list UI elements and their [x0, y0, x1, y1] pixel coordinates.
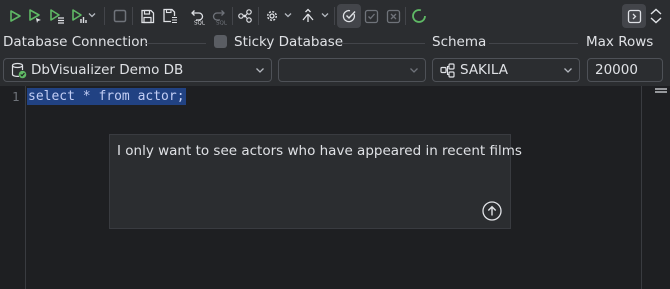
gutter-divider — [25, 86, 26, 289]
collapse-icon[interactable] — [646, 6, 666, 26]
ai-prompt-input[interactable]: I only want to see actors who have appea… — [117, 143, 522, 159]
sql-code-line[interactable]: select * from actor; — [27, 88, 186, 105]
divider — [144, 43, 206, 44]
spinner-icon — [409, 6, 429, 26]
run-explain-icon[interactable] — [69, 6, 89, 26]
toggle-panel-icon — [627, 9, 641, 23]
sticky-database-checkbox[interactable] — [214, 35, 227, 48]
sticky-database-label: Sticky Database — [234, 34, 344, 50]
toolbar-separator — [334, 7, 335, 25]
chevron-down-icon — [256, 68, 264, 73]
query-builder-icon[interactable] — [235, 6, 255, 26]
max-rows-label: Max Rows — [586, 34, 654, 50]
auto-commit-icon — [342, 10, 356, 23]
toolbar-separator — [258, 7, 259, 25]
schema-label: Schema — [432, 34, 487, 50]
divider — [342, 43, 425, 44]
svg-text:SQL: SQL — [194, 21, 206, 26]
schema-select[interactable]: SAKILA — [432, 58, 580, 82]
chevron-down-icon — [564, 68, 572, 73]
max-rows-value: 20000 — [595, 62, 638, 78]
chevron-down-icon[interactable] — [321, 11, 329, 19]
minimap-marker-icon — [655, 88, 667, 93]
run-buffer-icon[interactable] — [47, 6, 67, 26]
database-connected-icon — [11, 62, 27, 79]
stop-icon[interactable] — [110, 6, 130, 26]
chevron-down-icon[interactable] — [88, 11, 96, 19]
schema-icon — [440, 63, 455, 78]
chevron-down-icon — [410, 68, 418, 73]
schema-value: SAKILA — [460, 62, 508, 78]
toolbar-separator — [104, 7, 105, 25]
database-select[interactable] — [278, 58, 426, 82]
editor-scrollbar-track[interactable] — [641, 86, 642, 289]
ai-prompt-panel[interactable]: I only want to see actors who have appea… — [109, 134, 522, 229]
undo-sql-icon[interactable]: SQL — [187, 6, 207, 26]
save-as-icon[interactable] — [160, 6, 180, 26]
database-connection-select[interactable]: DbVisualizer Demo DB — [3, 58, 272, 82]
toolbar-separator — [405, 7, 406, 25]
toggle-panel-button[interactable] — [622, 4, 646, 28]
run-icon[interactable] — [5, 6, 25, 26]
auto-commit-toggle[interactable] — [337, 4, 361, 28]
toolbar: SQL SQL — [0, 0, 670, 32]
commit-icon[interactable] — [298, 6, 318, 26]
send-prompt-icon[interactable] — [482, 201, 502, 221]
toolbar-separator — [132, 7, 133, 25]
svg-text:SQL: SQL — [216, 21, 228, 26]
redo-sql-icon[interactable]: SQL — [209, 6, 229, 26]
toolbar-separator — [232, 7, 233, 25]
save-icon[interactable] — [137, 6, 157, 26]
chevron-down-icon[interactable] — [284, 11, 292, 19]
divider — [489, 43, 578, 44]
run-current-icon[interactable] — [25, 6, 45, 26]
commit-check-icon[interactable] — [361, 6, 381, 26]
database-connection-value: DbVisualizer Demo DB — [31, 62, 184, 78]
database-connection-label: Database Connection — [3, 34, 149, 50]
rollback-icon[interactable] — [383, 6, 403, 26]
settings-icon[interactable] — [262, 6, 282, 26]
line-number: 1 — [12, 89, 20, 104]
max-rows-input[interactable]: 20000 — [587, 58, 663, 82]
